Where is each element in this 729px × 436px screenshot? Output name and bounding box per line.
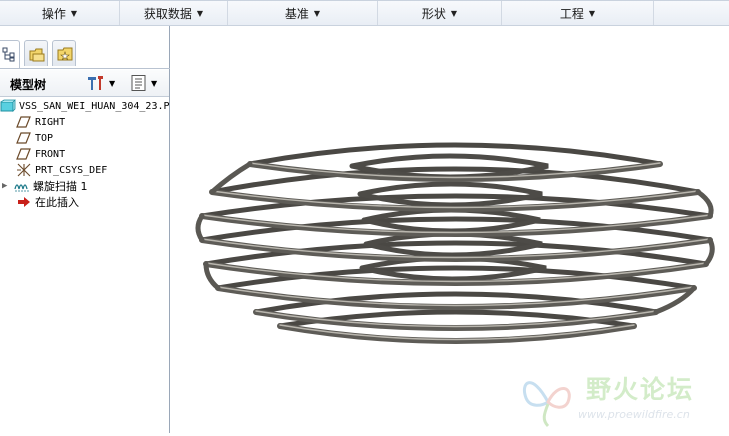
tools-icon [88, 76, 103, 90]
butterfly-logo-icon [523, 381, 571, 428]
tree-item-label: FRONT [35, 148, 66, 160]
favorites-folder-icon [57, 47, 73, 61]
chevron-down-icon: ▼ [109, 78, 116, 88]
group-engineering[interactable]: 工程 ▼ [502, 1, 654, 25]
watermark-title: 野火论坛 [586, 375, 695, 404]
tree-item-top[interactable]: TOP [16, 130, 53, 146]
list-view-icon [131, 75, 146, 91]
chevron-down-icon: ▼ [196, 8, 204, 18]
chevron-down-icon: ▼ [151, 78, 158, 88]
tree-item-part[interactable]: VSS_SAN_WEI_HUAN_304_23.P [0, 98, 170, 114]
navigator-tabs [0, 40, 170, 69]
navigator-panel: 模型树 ▼ ▼ VSS_SAN_WEI_HUAN_304_23.P RIGHT … [0, 26, 170, 433]
group-datum-label: 基准 [284, 6, 309, 21]
tree-settings-button[interactable]: ▼ [86, 73, 115, 93]
group-operations[interactable]: 操作 ▼ [0, 1, 120, 25]
datum-plane-icon [16, 116, 31, 128]
ribbon-group-bar: 操作 ▼ 获取数据 ▼ 基准 ▼ 形状 ▼ 工程 ▼ [0, 0, 729, 26]
helical-sweep-icon [14, 184, 29, 192]
tree-item-label: RIGHT [35, 116, 66, 128]
group-operations-label: 操作 [41, 6, 66, 21]
part-icon [0, 99, 16, 112]
datum-plane-icon [16, 132, 31, 144]
tree-item-front[interactable]: FRONT [16, 146, 65, 162]
chevron-down-icon: ▼ [313, 8, 321, 18]
insert-here-arrow-icon [18, 197, 30, 207]
model-tree-header: 模型树 ▼ ▼ [0, 70, 169, 97]
chevron-down-icon: ▼ [588, 8, 596, 18]
folder-browser-icon [29, 48, 45, 62]
group-get-data-label: 获取数据 [143, 6, 192, 21]
chevron-down-icon: ▼ [450, 8, 458, 18]
group-shapes-label: 形状 [421, 6, 446, 21]
group-shapes[interactable]: 形状 ▼ [378, 1, 502, 25]
tab-folder-browser[interactable] [24, 40, 48, 66]
expand-arrow-icon[interactable]: ▶ [2, 181, 14, 191]
model-tree-tab-icon [2, 47, 15, 62]
tree-item-label: 在此插入 [35, 196, 79, 209]
group-engineering-label: 工程 [559, 6, 584, 21]
tab-favorites[interactable] [52, 40, 76, 66]
tree-item-right[interactable]: RIGHT [16, 114, 65, 130]
group-get-data[interactable]: 获取数据 ▼ [120, 1, 228, 25]
tree-item-csys[interactable]: PRT_CSYS_DEF [16, 162, 107, 178]
watermark-url: www.proewildfire.cn [578, 408, 690, 421]
datum-plane-icon [16, 148, 31, 160]
forum-watermark: 野火论坛 www.proewildfire.cn [516, 364, 729, 433]
tree-item-label: VSS_SAN_WEI_HUAN_304_23.P [19, 100, 170, 112]
csys-icon [17, 163, 31, 177]
tree-item-label: 螺旋扫描 1 [33, 180, 88, 193]
model-tree-title: 模型树 [10, 78, 47, 92]
tree-item-label: TOP [35, 132, 54, 144]
tree-show-button[interactable]: ▼ [130, 73, 157, 93]
tab-model-tree[interactable] [0, 40, 20, 68]
tree-item-helical-sweep[interactable]: ▶ 螺旋扫描 1 [2, 178, 88, 194]
group-overflow [654, 1, 729, 25]
tree-item-insert-here[interactable]: 在此插入 [16, 194, 79, 210]
group-datum[interactable]: 基准 ▼ [228, 1, 378, 25]
tree-item-label: PRT_CSYS_DEF [35, 164, 108, 176]
chevron-down-icon: ▼ [70, 8, 78, 18]
